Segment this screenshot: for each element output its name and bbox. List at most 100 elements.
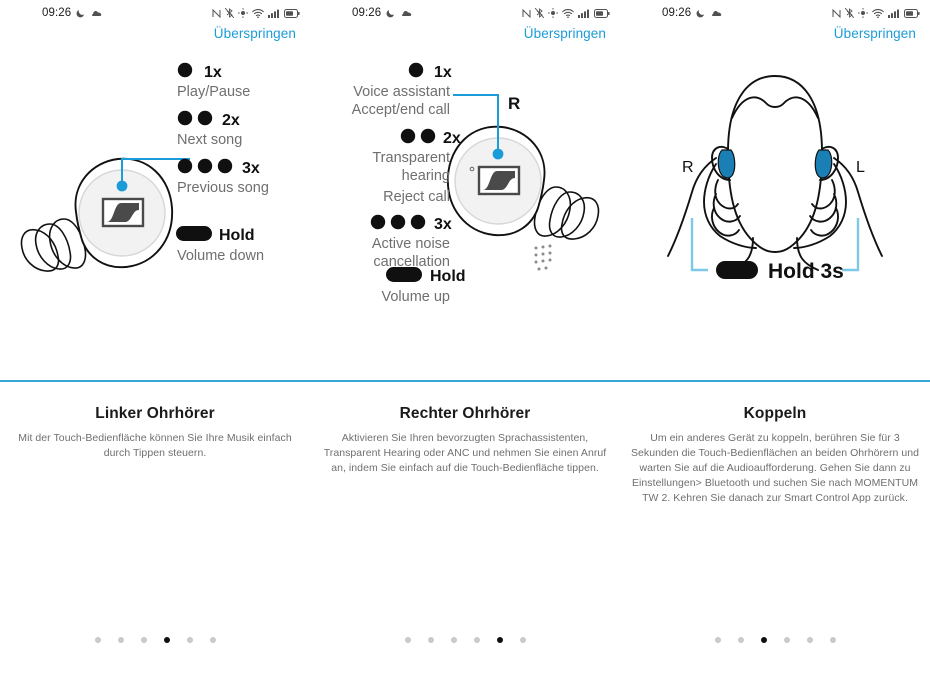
tap-dot: [410, 214, 426, 230]
hold-pill: [176, 226, 212, 241]
caption-right-earbud: Rechter Ohrhörer Aktivieren Sie Ihren be…: [310, 405, 620, 476]
page-dot[interactable]: [829, 637, 836, 643]
tap-dot: [197, 158, 213, 174]
page-dot-active[interactable]: [163, 637, 170, 643]
location-icon: [548, 8, 558, 18]
gesture-label: Next song: [177, 132, 242, 148]
bluetooth-off-icon: [534, 7, 545, 19]
caption-body: Um ein anderes Gerät zu koppeln, berühre…: [630, 432, 920, 504]
skip-row-1: Überspringen: [0, 26, 310, 52]
gesture-list-left: 1x Play/Pause 2x Next song 3x Previous s…: [176, 62, 269, 264]
cloud-icon: [711, 9, 722, 17]
bluetooth-off-icon: [844, 7, 855, 19]
hold-pill: [386, 267, 422, 282]
status-bar: 09:26: [310, 0, 620, 26]
hold-pill: [716, 261, 758, 279]
tap-dot: [370, 214, 386, 230]
gesture-item-3: Hold Volume up: [381, 267, 466, 305]
gesture-count: Hold: [430, 268, 466, 285]
page-dot[interactable]: [404, 637, 411, 643]
page-dot[interactable]: [94, 637, 101, 643]
tap-dot: [197, 110, 213, 126]
tap-dot: [177, 158, 193, 174]
gesture-item-0: 1x Voice assistant Accept/end call: [352, 62, 452, 118]
cellular-signal-icon: [578, 9, 590, 18]
tap-dot: [217, 158, 233, 174]
gesture-label: Volume up: [381, 289, 450, 305]
page-dot[interactable]: [783, 637, 790, 643]
ear-label-left: L: [856, 159, 865, 176]
status-bar-left: 09:26: [42, 7, 102, 19]
pagination-3[interactable]: [620, 637, 930, 643]
gesture-label: Play/Pause: [177, 84, 250, 100]
illustration-pairing: R L Hold 3s: [620, 52, 930, 380]
location-icon: [858, 8, 868, 18]
microphone-mesh: [534, 244, 552, 271]
ear-label-right: R: [682, 159, 694, 176]
gesture-label: Voice assistant: [353, 84, 450, 100]
battery-icon: [594, 8, 610, 18]
skip-button[interactable]: Überspringen: [214, 26, 296, 52]
nfc-icon: [212, 8, 221, 18]
gesture-item-1: 2x Transparent hearing Reject call: [372, 128, 461, 205]
nfc-icon: [832, 8, 841, 18]
page-dot[interactable]: [714, 637, 721, 643]
status-bar-right: [832, 7, 920, 19]
battery-icon: [284, 8, 300, 18]
page-dot[interactable]: [117, 637, 124, 643]
gesture-item-0: 1x Play/Pause: [177, 62, 250, 100]
status-bar-left: 09:26: [352, 7, 412, 19]
gesture-item-1: 2x Next song: [177, 110, 242, 148]
screen-right-earbud: 09:26 Überspringen R 1x Voice assistant …: [310, 0, 620, 682]
status-bar-right: [212, 7, 300, 19]
gesture-label: Accept/end call: [352, 102, 450, 118]
caption-title: Rechter Ohrhörer: [399, 405, 531, 422]
finger-right-1: [714, 179, 739, 210]
gesture-count: 1x: [434, 64, 452, 81]
page-dot[interactable]: [427, 637, 434, 643]
tap-dot: [390, 214, 406, 230]
bracket-right: [690, 218, 708, 272]
status-time: 09:26: [42, 7, 72, 19]
status-bar-left: 09:26: [662, 7, 722, 19]
page-dot[interactable]: [186, 637, 193, 643]
onboarding-carousel-screens: 09:26 Überspringen L: [0, 0, 930, 682]
gesture-label: Transparent: [372, 150, 450, 166]
moon-icon: [386, 8, 396, 18]
section-divider-1: [0, 380, 310, 382]
page-dot[interactable]: [519, 637, 526, 643]
skip-row-2: Überspringen: [310, 26, 620, 52]
hairline: [731, 96, 819, 119]
moon-icon: [76, 8, 86, 18]
earbud-in-ear-right: [717, 149, 736, 179]
page-dot[interactable]: [209, 637, 216, 643]
status-bar: 09:26: [0, 0, 310, 26]
skip-button[interactable]: Überspringen: [834, 26, 916, 52]
skip-button[interactable]: Überspringen: [524, 26, 606, 52]
hold-label: Hold 3s: [768, 260, 844, 283]
page-dot[interactable]: [473, 637, 480, 643]
page-dot[interactable]: [450, 637, 457, 643]
page-dot-active[interactable]: [760, 637, 767, 643]
page-dot[interactable]: [140, 637, 147, 643]
pagination-1[interactable]: [0, 637, 310, 643]
page-dot[interactable]: [737, 637, 744, 643]
caption-body: Mit der Touch-Bedienfläche können Sie Ih…: [18, 432, 292, 459]
bluetooth-off-icon: [224, 7, 235, 19]
gesture-label: Reject call: [383, 189, 450, 205]
status-bar-right: [522, 7, 610, 19]
status-time: 09:26: [662, 7, 692, 19]
status-bar: 09:26: [620, 0, 930, 26]
cellular-signal-icon: [268, 9, 280, 18]
screen-pairing: 09:26 Überspringen R L Hold 3s Koppeln U…: [620, 0, 930, 682]
bracket-left: [842, 218, 860, 272]
tap-dot: [177, 110, 193, 126]
page-dot-active[interactable]: [496, 637, 503, 643]
page-dot[interactable]: [806, 637, 813, 643]
battery-icon: [904, 8, 920, 18]
gesture-label: Active noise: [372, 236, 450, 252]
pagination-2[interactable]: [310, 637, 620, 643]
gesture-label: hearing: [402, 168, 450, 184]
status-time: 09:26: [352, 7, 382, 19]
illustration-right-earbud: R 1x Voice assistant Accept/end call 2x …: [310, 52, 620, 380]
